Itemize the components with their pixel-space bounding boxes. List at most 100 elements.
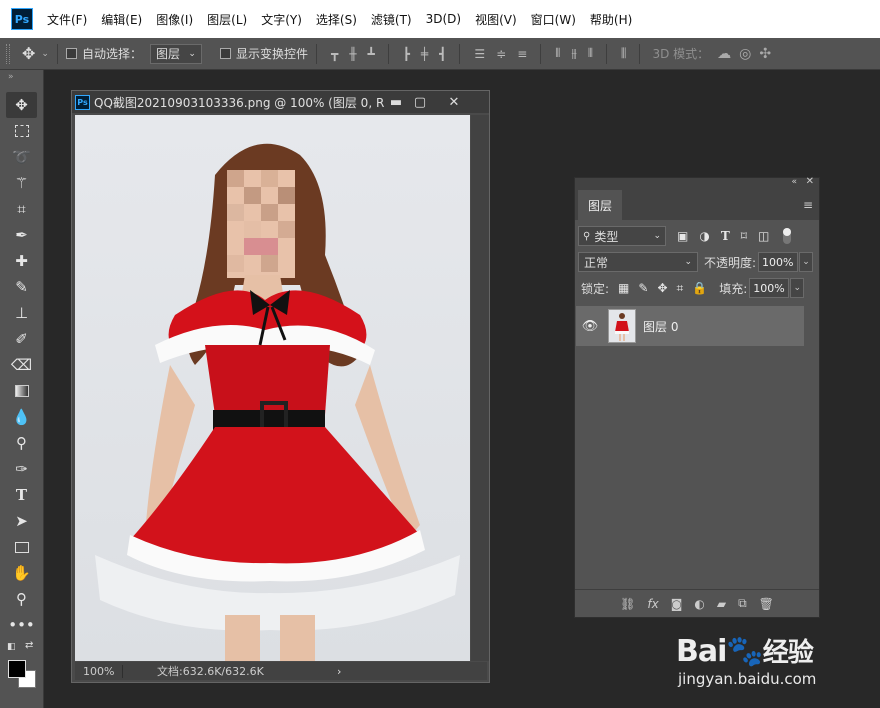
distribute-bottom-icon[interactable]: ≡	[517, 47, 527, 61]
layer-filter-dropdown[interactable]: ⚲ 类型 ⌄	[578, 226, 666, 246]
new-adjustment-layer-icon[interactable]: ◐	[694, 597, 704, 611]
lock-position-icon[interactable]: ✥	[657, 281, 667, 295]
more-tools-icon[interactable]: •••	[0, 612, 43, 638]
document-canvas[interactable]	[75, 115, 470, 661]
filter-toggle[interactable]	[783, 228, 792, 244]
magic-wand-tool-icon[interactable]: ⚚	[0, 170, 43, 196]
filter-type-icon[interactable]: T	[721, 229, 730, 243]
new-layer-icon[interactable]: ⧉	[738, 596, 747, 611]
move-icon[interactable]: ✥	[22, 44, 35, 63]
hand-tool-icon[interactable]: ✋	[0, 560, 43, 586]
filter-pixel-icon[interactable]: ▣	[677, 229, 688, 243]
rectangle-tool-icon[interactable]	[0, 534, 43, 560]
layer-row[interactable]: 👁 图层 0	[576, 306, 804, 346]
auto-select-target-dropdown[interactable]: 图层 ⌄	[149, 43, 202, 64]
dodge-tool-icon[interactable]: ⚲	[0, 430, 43, 456]
menu-type[interactable]: 文字(Y)	[261, 11, 302, 28]
filter-smart-object-icon[interactable]: ◫	[758, 229, 769, 243]
tab-layers[interactable]: 图层	[578, 190, 622, 220]
gradient-tool-icon[interactable]	[0, 378, 43, 404]
delete-layer-trash-icon[interactable]: 🗑	[759, 597, 774, 611]
crop-tool-icon[interactable]: ⌗	[0, 196, 43, 222]
distribute-left-icon[interactable]: ⫴	[555, 46, 560, 61]
show-transform-checkbox[interactable]	[219, 48, 231, 59]
healing-brush-tool-icon[interactable]: ✚	[0, 248, 43, 274]
menu-select[interactable]: 选择(S)	[316, 11, 357, 28]
menu-help[interactable]: 帮助(H)	[590, 11, 632, 28]
auto-select-checkbox[interactable]	[65, 48, 77, 59]
document-vertical-scrollbar[interactable]	[471, 115, 489, 661]
eyedropper-tool-icon[interactable]: ✒	[0, 222, 43, 248]
align-bottom-icon[interactable]: ┻	[367, 47, 374, 61]
eye-visibility-icon[interactable]: 👁	[576, 319, 604, 334]
lock-image-pixels-icon[interactable]: ✎	[638, 281, 648, 295]
move-tool-icon[interactable]: ✥	[6, 92, 37, 118]
filter-shape-icon[interactable]: ⌑	[741, 229, 747, 243]
link-layers-icon[interactable]: ⛓	[620, 597, 635, 611]
opacity-input[interactable]: 100%	[758, 252, 799, 272]
maximize-icon[interactable]: ▢	[408, 95, 432, 110]
default-colors-icon[interactable]: ◧	[7, 642, 16, 652]
pen-tool-icon[interactable]: ✑	[0, 456, 43, 482]
panel-menu-icon[interactable]: ≡	[803, 198, 813, 212]
3d-orbit-icon[interactable]: ☁	[717, 46, 731, 62]
menu-layer[interactable]: 图层(L)	[207, 11, 247, 28]
fill-dropdown[interactable]: ⌄	[790, 278, 805, 298]
close-panel-icon[interactable]: ✕	[806, 176, 814, 187]
layer-style-fx-icon[interactable]: fx	[647, 597, 658, 611]
foreground-color-swatch[interactable]	[8, 660, 26, 678]
new-group-folder-icon[interactable]: ▰	[717, 597, 726, 611]
chevron-right-icon[interactable]: ›	[337, 665, 341, 678]
auto-align-icon[interactable]: ⫼	[621, 46, 626, 61]
lock-transparent-pixels-icon[interactable]: ▦	[618, 281, 629, 295]
minimize-icon[interactable]: ▬	[384, 95, 408, 110]
brush-tool-icon[interactable]: ✎	[0, 274, 43, 300]
menu-3d[interactable]: 3D(D)	[426, 12, 461, 26]
zoom-tool-icon[interactable]: ⚲	[0, 586, 43, 612]
tool-preset-dropdown[interactable]: ⌄	[41, 49, 49, 59]
lock-artboard-icon[interactable]: ⌗	[677, 281, 684, 296]
path-selection-tool-icon[interactable]: ➤	[0, 508, 43, 534]
swap-colors-icon[interactable]: ⇄	[25, 640, 33, 651]
menu-view[interactable]: 视图(V)	[475, 11, 517, 28]
lasso-tool-icon[interactable]: ➰	[0, 144, 43, 170]
3d-roll-icon[interactable]: ◎	[739, 46, 751, 62]
lock-all-icon[interactable]: 🔒	[692, 281, 707, 295]
close-icon[interactable]: ✕	[442, 95, 466, 110]
opacity-dropdown[interactable]: ⌄	[799, 252, 814, 272]
distribute-hcenter-icon[interactable]: ⫵	[571, 46, 576, 61]
align-top-icon[interactable]: ┳	[331, 47, 338, 61]
lock-fill-row: 锁定: ▦ ✎ ✥ ⌗ 🔒 填充: 100% ⌄	[575, 275, 819, 301]
filter-adjustment-icon[interactable]: ◑	[699, 229, 709, 243]
menu-window[interactable]: 窗口(W)	[531, 11, 576, 28]
menu-edit[interactable]: 编辑(E)	[101, 11, 142, 28]
menu-image[interactable]: 图像(I)	[156, 11, 193, 28]
menu-filter[interactable]: 滤镜(T)	[371, 11, 412, 28]
distribute-vcenter-icon[interactable]: ≑	[496, 47, 506, 61]
history-brush-tool-icon[interactable]: ✐	[0, 326, 43, 352]
distribute-top-icon[interactable]: ☰	[474, 47, 485, 61]
collapse-panel-icon[interactable]: «	[791, 177, 797, 187]
collapse-toolbar-icon[interactable]: »	[0, 70, 43, 92]
eraser-tool-icon[interactable]: ⌫	[0, 352, 43, 378]
options-bar-grip[interactable]	[6, 43, 10, 64]
align-vcenter-icon[interactable]: ╫	[349, 47, 356, 61]
3d-pan-icon[interactable]: ✣	[759, 46, 771, 62]
align-right-icon[interactable]: ┫	[439, 47, 446, 61]
align-left-icon[interactable]: ┣	[403, 47, 410, 61]
layer-name[interactable]: 图层 0	[643, 318, 678, 335]
blend-mode-dropdown[interactable]: 正常 ⌄	[578, 252, 698, 272]
distribute-right-icon[interactable]: ⫴	[588, 46, 593, 61]
add-mask-icon[interactable]: ◙	[671, 597, 683, 611]
fill-input[interactable]: 100%	[749, 278, 790, 298]
menu-file[interactable]: 文件(F)	[47, 11, 87, 28]
marquee-tool-icon[interactable]	[0, 118, 43, 144]
blur-tool-icon[interactable]: 💧	[0, 404, 43, 430]
photoshop-logo-icon: Ps	[11, 8, 33, 30]
align-hcenter-icon[interactable]: ╪	[421, 47, 428, 61]
clone-stamp-tool-icon[interactable]: ⊥	[0, 300, 43, 326]
document-title-bar[interactable]: Ps QQ截图20210903103336.png @ 100% (图层 0, …	[72, 91, 489, 113]
document-window: Ps QQ截图20210903103336.png @ 100% (图层 0, …	[71, 90, 490, 683]
type-tool-icon[interactable]: T	[0, 482, 43, 508]
zoom-level-field[interactable]: 100%	[75, 664, 123, 678]
